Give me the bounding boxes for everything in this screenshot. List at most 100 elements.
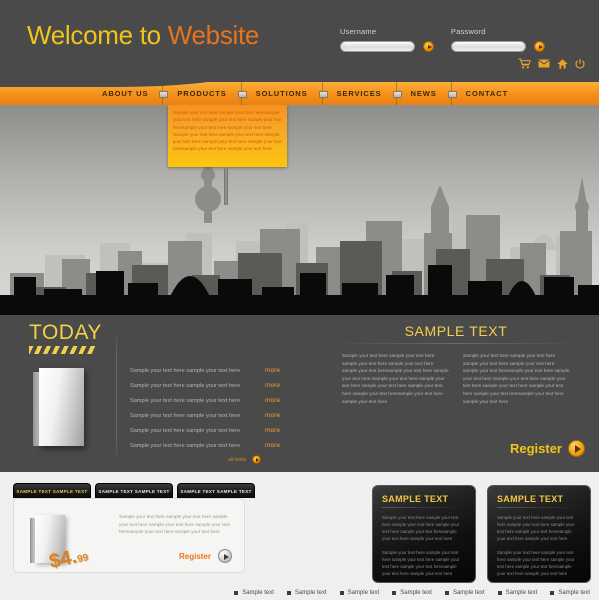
info-card-1-divider [382,507,466,508]
website-template-page: Welcome to Website Username Password ABO… [0,0,599,600]
news-more-link[interactable]: more [265,382,280,390]
feature-column-right: Sample your text here sample your text h… [463,353,570,404]
info-card-2: SAMPLE TEXT Sample your text here sample… [487,485,591,583]
footer-link-2-label: Sample text [294,589,327,596]
nav-links: ABOUT US PRODUCTS SOLUTIONS SERVICES NEW… [0,82,599,105]
info-card-1-heading: SAMPLE TEXT [382,494,449,504]
nav-item-solutions[interactable]: SOLUTIONS [254,89,310,98]
password-submit-arrow-icon[interactable] [534,41,546,53]
nav-item-about-us[interactable]: ABOUT US [100,89,150,98]
footer-link-2[interactable]: Sample text [286,589,327,596]
tab-sample-1[interactable]: SAMPLE TEXT SAMPLE TEXT [13,483,91,498]
news-more-link[interactable]: more [265,413,280,420]
main-navigation: ABOUT US PRODUCTS SOLUTIONS SERVICES NEW… [0,75,599,105]
info-card-1: SAMPLE TEXT Sample your text here sample… [372,485,476,583]
product-description: Sample your text here sample your text h… [119,514,230,535]
username-input[interactable] [340,41,415,53]
footer-link-1-label: Sample text [242,589,274,596]
news-more-link[interactable]: more [265,428,280,435]
news-text: Sample your text here sample your text h… [130,413,241,420]
footer-link-4[interactable]: Sample text [392,590,432,596]
banner-callout: Sample your text here sample your text h… [168,105,287,167]
footer-link-7[interactable]: Sample text [550,590,590,596]
footer-bullet-icon [392,590,397,595]
all-news-label: all news [228,456,247,463]
footer-bullet-icon [339,590,344,595]
header-icon-bar [518,58,585,69]
info-card-1-para-1: Sample your text here sample your text h… [382,515,460,542]
register-label: Register [509,441,562,456]
info-card-2-heading: SAMPLE TEXT [497,494,564,504]
news-text: Sample your text here sample your text h… [130,398,241,405]
nav-item-products[interactable]: PRODUCTS [175,89,228,98]
feature-block: SAMPLE TEXT Sample your text here sample… [330,323,582,405]
register-button[interactable]: Register [510,440,585,457]
password-label: Password [450,27,486,36]
news-more-link[interactable]: more [265,443,280,450]
feature-heading: SAMPLE TEXT [404,323,508,339]
footer-bullet-icon [497,590,502,595]
footer-link-7-label: Sample text [558,589,590,596]
mail-icon[interactable] [538,59,550,68]
username-submit-arrow-icon[interactable] [423,41,435,53]
footer-link-3[interactable]: Sample text [339,589,380,596]
footer-link-3-label: Sample text [347,589,380,596]
content-divider [116,329,117,463]
hero-banner: Sample your text here sample your text h… [0,105,599,315]
news-row: Sample your text here sample your text h… [130,443,280,450]
info-card-2-para-1: Sample your text here sample your text h… [497,515,575,542]
panel-register-label: Register [178,551,211,561]
news-more-link[interactable]: more [265,398,280,405]
info-card-2-para-2: Sample your text here sample your text h… [497,549,575,576]
price-minor: 99 [76,552,90,566]
nav-separator-icon [159,82,169,105]
nav-item-services[interactable]: SERVICES [335,89,384,98]
news-row: Sample your text here sample your text h… [130,382,280,390]
tab-sample-3[interactable]: SAMPLE TEXT SAMPLE TEXT [177,483,255,498]
nav-item-news[interactable]: NEWS [409,89,439,98]
site-logo[interactable]: Welcome to Website [27,20,259,51]
login-form: Username Password [340,27,557,56]
footer-bullet-icon [286,590,291,595]
news-text: Sample your text here sample your text h… [130,443,241,450]
power-icon[interactable] [575,58,585,69]
footer-link-5[interactable]: Sample text [444,590,485,596]
feature-column-left: Sample your text here sample your text h… [342,353,449,404]
banner-callout-text: Sample your text here sample your text h… [173,110,282,152]
today-stripes-decoration [29,346,96,354]
nav-separator-icon [237,82,247,105]
tab-sample-2[interactable]: SAMPLE TEXT SAMPLE TEXT [95,483,173,498]
footer-link-1[interactable]: Sample text [234,590,274,596]
panel-register-arrow-icon [218,549,232,563]
cart-icon[interactable] [518,58,531,69]
news-row: Sample your text here sample your text h… [130,367,280,375]
city-skyline-illustration [0,163,599,315]
news-row: Sample your text here sample your text h… [130,398,280,405]
news-list: Sample your text here sample your text h… [130,367,280,459]
news-more-link[interactable]: more [265,367,280,375]
info-card-1-para-2: Sample your text here sample your text h… [382,549,460,576]
all-news-link[interactable]: all news [228,455,262,464]
news-text: Sample your text here sample your text h… [130,368,241,374]
product-box-image [33,368,92,450]
footer-link-4-label: Sample text [400,589,432,596]
news-text: Sample your text here sample your text h… [130,428,241,435]
callout-pole [224,167,228,205]
register-arrow-icon [568,440,585,457]
footer-link-6[interactable]: Sample text [497,589,538,596]
today-heading: TODAY [29,321,102,344]
footer-links: Sample text Sample text Sample text Samp… [0,585,599,600]
password-input[interactable] [450,41,526,53]
news-text: Sample your text here sample your text h… [130,383,241,390]
news-row: Sample your text here sample your text h… [130,413,280,420]
footer-link-6-label: Sample text [505,589,538,596]
product-box-front [39,368,84,446]
site-header: Welcome to Website Username Password [0,0,599,82]
news-row: Sample your text here sample your text h… [130,428,280,435]
username-label: Username [340,27,377,36]
home-icon[interactable] [557,58,568,69]
main-content-section: TODAY Sample your text here sample your … [0,315,599,472]
panel-register-button[interactable]: Register [179,549,232,563]
nav-item-contact[interactable]: CONTACT [464,89,510,98]
today-heading-block: TODAY [29,322,102,354]
